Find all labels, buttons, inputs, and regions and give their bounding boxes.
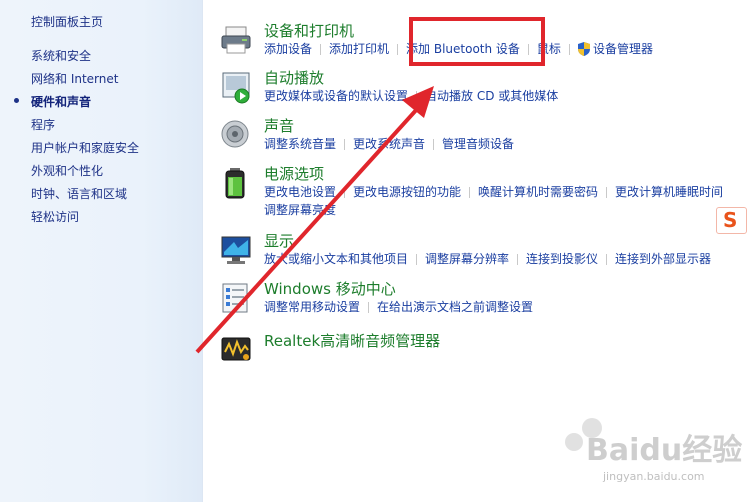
sidebar-item-ease-of-access[interactable]: 轻松访问: [31, 208, 79, 225]
adjust-resolution-link[interactable]: 调整屏幕分辨率: [425, 252, 509, 266]
sogou-ime-label: S: [723, 208, 738, 232]
sidebar-item-hardware-sound[interactable]: 硬件和声音: [31, 93, 91, 110]
category-title-mobility-center[interactable]: Windows 移动中心: [264, 278, 396, 299]
category-title-sound[interactable]: 声音: [264, 115, 294, 136]
power-links-row2: 调整屏幕亮度: [264, 201, 336, 218]
link-separator: [469, 187, 471, 198]
sidebar-item-programs[interactable]: 程序: [31, 116, 55, 133]
link-separator: [606, 187, 608, 198]
link-separator: [433, 139, 435, 150]
watermark-url: jingyan.baidu.com: [603, 470, 705, 483]
change-power-buttons-link[interactable]: 更改电源按钮的功能: [353, 185, 461, 199]
adjust-volume-link[interactable]: 调整系统音量: [264, 137, 336, 151]
uac-shield-icon: [577, 42, 590, 56]
printer-icon: [221, 26, 251, 54]
watermark-logo-text: Baidu经验: [586, 433, 743, 468]
category-title-power-options[interactable]: 电源选项: [264, 163, 324, 184]
change-sleep-time-link[interactable]: 更改计算机睡眠时间: [615, 185, 723, 199]
mobility-links: 调整常用移动设置 在给出演示文档之前调整设置: [264, 298, 533, 315]
power-links: 更改电池设置 更改电源按钮的功能 唤醒计算机时需要密码 更改计算机睡眠时间: [264, 183, 723, 200]
connect-external-display-link[interactable]: 连接到外部显示器: [615, 252, 711, 266]
sidebar-item-appearance[interactable]: 外观和个性化: [31, 162, 103, 179]
realtek-audio-icon: [221, 337, 251, 361]
link-separator: [397, 44, 399, 55]
autoplay-cd-link[interactable]: 自动播放 CD 或其他媒体: [425, 89, 558, 103]
change-media-defaults-link[interactable]: 更改媒体或设备的默认设置: [264, 89, 408, 103]
change-system-sounds-link[interactable]: 更改系统声音: [353, 137, 425, 151]
mobility-center-icon: [222, 283, 248, 313]
device-manager-link[interactable]: 设备管理器: [593, 42, 653, 56]
link-separator: [320, 44, 322, 55]
sidebar-item-user-accounts[interactable]: 用户帐户和家庭安全: [31, 139, 139, 156]
add-printer-link[interactable]: 添加打印机: [329, 42, 389, 56]
sidebar-item-network-internet[interactable]: 网络和 Internet: [31, 70, 118, 87]
sogou-ime-badge[interactable]: S: [716, 207, 747, 234]
battery-icon: [225, 168, 245, 199]
sidebar-item-control-panel-home[interactable]: 控制面板主页: [31, 13, 103, 30]
highlight-box: [409, 17, 545, 66]
category-title-autoplay[interactable]: 自动播放: [264, 67, 324, 88]
adjust-screen-brightness-link[interactable]: 调整屏幕亮度: [264, 203, 336, 217]
link-separator: [344, 139, 346, 150]
category-title-devices-printers[interactable]: 设备和打印机: [264, 20, 354, 41]
link-separator: [606, 254, 608, 265]
monitor-icon: [221, 236, 251, 264]
add-device-link[interactable]: 添加设备: [264, 42, 312, 56]
connect-projector-link[interactable]: 连接到投影仪: [526, 252, 598, 266]
sidebar: 控制面板主页 系统和安全 网络和 Internet 硬件和声音 程序 用户帐户和…: [0, 0, 203, 502]
link-separator: [568, 44, 570, 55]
link-separator: [344, 187, 346, 198]
make-text-larger-link[interactable]: 放大或缩小文本和其他项目: [264, 252, 408, 266]
presentation-settings-link[interactable]: 在给出演示文档之前调整设置: [377, 300, 533, 314]
display-links: 放大或缩小文本和其他项目 调整屏幕分辨率 连接到投影仪 连接到外部显示器: [264, 250, 711, 267]
category-title-realtek[interactable]: Realtek高清晰音频管理器: [264, 330, 440, 351]
sidebar-item-system-security[interactable]: 系统和安全: [31, 47, 91, 64]
autoplay-links: 更改媒体或设备的默认设置 自动播放 CD 或其他媒体: [264, 87, 558, 104]
speaker-icon: [221, 120, 249, 148]
change-battery-settings-link[interactable]: 更改电池设置: [264, 185, 336, 199]
sidebar-item-clock-language[interactable]: 时钟、语言和区域: [31, 185, 127, 202]
adjust-mobility-settings-link[interactable]: 调整常用移动设置: [264, 300, 360, 314]
current-item-bullet-icon: [14, 98, 19, 103]
link-separator: [517, 254, 519, 265]
link-separator: [416, 254, 418, 265]
category-title-display[interactable]: 显示: [264, 230, 294, 251]
manage-audio-devices-link[interactable]: 管理音频设备: [442, 137, 514, 151]
require-password-on-wakeup-link[interactable]: 唤醒计算机时需要密码: [478, 185, 598, 199]
link-separator: [368, 302, 370, 313]
sound-links: 调整系统音量 更改系统声音 管理音频设备: [264, 135, 514, 152]
autoplay-icon: [222, 72, 250, 104]
link-separator: [416, 91, 418, 102]
